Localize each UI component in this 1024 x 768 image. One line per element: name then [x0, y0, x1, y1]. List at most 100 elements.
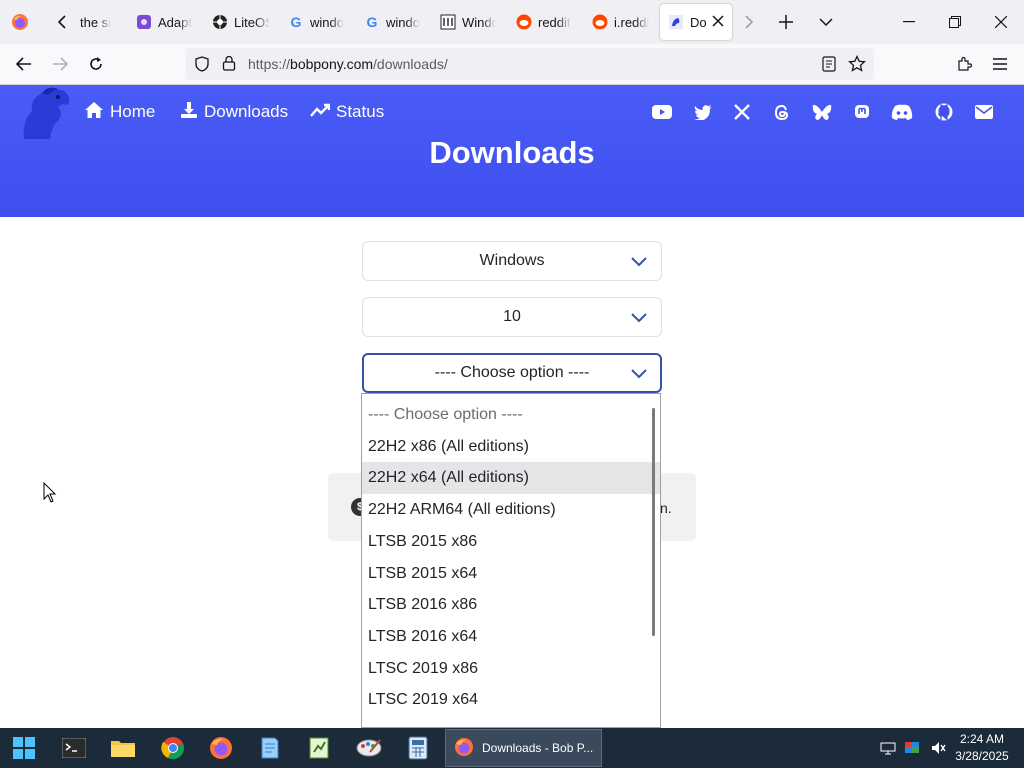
url-scheme: https:// — [248, 56, 291, 72]
nav-status-link[interactable]: Status — [310, 100, 384, 124]
tab-wikipedia[interactable]: Windo — [440, 4, 496, 40]
browser-tab-strip: the si Adapt LiteOS G windo G windo Wind… — [0, 0, 1024, 44]
build-options-dropdown[interactable]: ---- Choose option ---- 22H2 x86 (All ed… — [361, 393, 661, 728]
youtube-icon[interactable] — [651, 101, 673, 123]
liteos-favicon-icon — [212, 14, 228, 30]
dropdown-scrollbar[interactable] — [652, 408, 655, 636]
build-select-value: ---- Choose option ---- — [434, 364, 590, 381]
tab-the-si[interactable]: the si — [80, 4, 116, 40]
url-host: bobpony.com — [290, 56, 374, 72]
github-icon[interactable] — [933, 101, 955, 123]
clock-date: 3/28/2025 — [955, 749, 1009, 763]
adapt-favicon-icon — [136, 14, 152, 30]
bobpony-logo-icon[interactable] — [18, 87, 74, 139]
chevron-down-icon — [631, 254, 647, 272]
nav-home-link[interactable]: Home — [84, 100, 155, 124]
chrome-icon[interactable] — [157, 732, 189, 764]
tab-title: windo — [386, 14, 420, 30]
tab-title: LiteOS — [234, 14, 270, 30]
minimize-window-icon[interactable] — [886, 0, 932, 44]
network-icon[interactable] — [880, 740, 896, 756]
reload-icon[interactable] — [80, 48, 112, 80]
close-window-icon[interactable] — [978, 0, 1024, 44]
tab-google-1[interactable]: G windo — [288, 4, 344, 40]
forward-arrow-icon[interactable] — [44, 48, 76, 80]
version-select[interactable]: 10 — [362, 297, 662, 337]
browser-navigation-bar: https://bobpony.com/downloads/ — [0, 44, 1024, 85]
nav-home-label: Home — [110, 102, 156, 121]
tab-liteos[interactable]: LiteOS — [212, 4, 270, 40]
email-icon[interactable] — [973, 101, 995, 123]
dropdown-option[interactable]: ---- Choose option ---- — [362, 399, 660, 431]
back-arrow-icon[interactable] — [8, 48, 40, 80]
build-select[interactable]: ---- Choose option ---- — [362, 353, 662, 393]
tab-title: reddit — [538, 14, 571, 30]
dropdown-option[interactable]: LTSC 2019 x64 — [362, 684, 660, 716]
dropdown-option-hovered[interactable]: 22H2 x64 (All editions) — [362, 462, 660, 494]
url-bar[interactable]: https://bobpony.com/downloads/ — [186, 48, 874, 80]
firefox-icon — [454, 737, 474, 760]
extensions-puzzle-icon[interactable] — [948, 48, 980, 80]
tracking-protection-shield-icon[interactable] — [194, 56, 210, 77]
os-select-value: Windows — [479, 252, 545, 269]
bluesky-icon[interactable] — [811, 101, 833, 123]
mastodon-icon[interactable] — [851, 101, 873, 123]
firefox-icon[interactable] — [205, 732, 237, 764]
chart-line-icon — [310, 102, 336, 122]
list-all-tabs-chevron-down-icon[interactable] — [808, 4, 844, 40]
os-select[interactable]: Windows — [362, 241, 662, 281]
nav-downloads-label: Downloads — [204, 102, 289, 121]
dropdown-option[interactable]: LTSB 2016 x64 — [362, 621, 660, 653]
bookmark-star-icon[interactable] — [848, 54, 866, 78]
display-color-icon[interactable] — [904, 740, 920, 756]
wikipedia-favicon-icon — [440, 14, 456, 30]
terminal-icon[interactable] — [58, 732, 90, 764]
discord-icon[interactable] — [891, 101, 913, 123]
tab-title: windo — [310, 14, 344, 30]
nav-downloads-link[interactable]: Downloads — [180, 100, 288, 124]
version-select-value: 10 — [503, 308, 521, 325]
app-menu-hamburger-icon[interactable] — [984, 48, 1016, 80]
file-explorer-folder-icon[interactable] — [107, 732, 139, 764]
tab-reddit[interactable]: reddit — [516, 4, 572, 40]
firefox-menu-icon[interactable] — [2, 4, 38, 40]
twitter-icon[interactable] — [692, 101, 714, 123]
tab-scroll-left-icon[interactable] — [44, 4, 80, 40]
dropdown-option[interactable]: 22H2 ARM64 (All editions) — [362, 494, 660, 526]
calculator-app-icon[interactable] — [402, 732, 434, 764]
x-icon[interactable] — [731, 101, 753, 123]
tab-title: the si — [80, 14, 112, 30]
tab-adapt[interactable]: Adapt — [136, 4, 192, 40]
dropdown-option[interactable]: LTSB 2015 x64 — [362, 558, 660, 590]
close-tab-icon[interactable] — [712, 15, 724, 30]
reddit-favicon-icon — [592, 14, 608, 30]
tab-google-2[interactable]: G windo — [364, 4, 420, 40]
url-text[interactable]: https://bobpony.com/downloads/ — [248, 56, 448, 72]
dropdown-option[interactable]: LTSC 2019 x86 — [362, 653, 660, 685]
dropdown-option[interactable]: 22H2 x86 (All editions) — [362, 431, 660, 463]
padlock-icon[interactable] — [222, 55, 236, 76]
download-icon — [180, 101, 204, 124]
chevron-down-icon — [631, 310, 647, 328]
dropdown-option[interactable]: LTSB 2016 x86 — [362, 589, 660, 621]
threads-icon[interactable] — [771, 101, 793, 123]
restore-window-icon[interactable] — [932, 0, 978, 44]
paint-app-icon[interactable] — [353, 732, 385, 764]
taskbar-active-firefox-window[interactable]: Downloads - Bob P... — [445, 729, 602, 767]
dropdown-option[interactable]: LTSB 2015 x86 — [362, 526, 660, 558]
tab-scroll-right-icon[interactable] — [731, 4, 767, 40]
windows-start-icon[interactable] — [8, 732, 40, 764]
chevron-down-icon — [631, 366, 647, 384]
tab-downloads-active[interactable]: Do — [660, 4, 732, 40]
tab-i-reddit[interactable]: i.reddi — [592, 4, 650, 40]
reader-view-icon[interactable] — [822, 56, 836, 77]
google-favicon-icon: G — [366, 14, 378, 30]
tab-title: i.reddi — [614, 14, 650, 30]
alert-text-tail: n. — [660, 500, 672, 516]
notepad-app-icon[interactable] — [254, 732, 286, 764]
new-tab-icon[interactable] — [768, 4, 804, 40]
notes-app-icon[interactable] — [303, 732, 335, 764]
taskbar-clock[interactable]: 2:24 AM 3/28/2025 — [950, 731, 1014, 765]
clock-time: 2:24 AM — [959, 732, 1005, 746]
volume-muted-icon[interactable] — [930, 740, 946, 756]
